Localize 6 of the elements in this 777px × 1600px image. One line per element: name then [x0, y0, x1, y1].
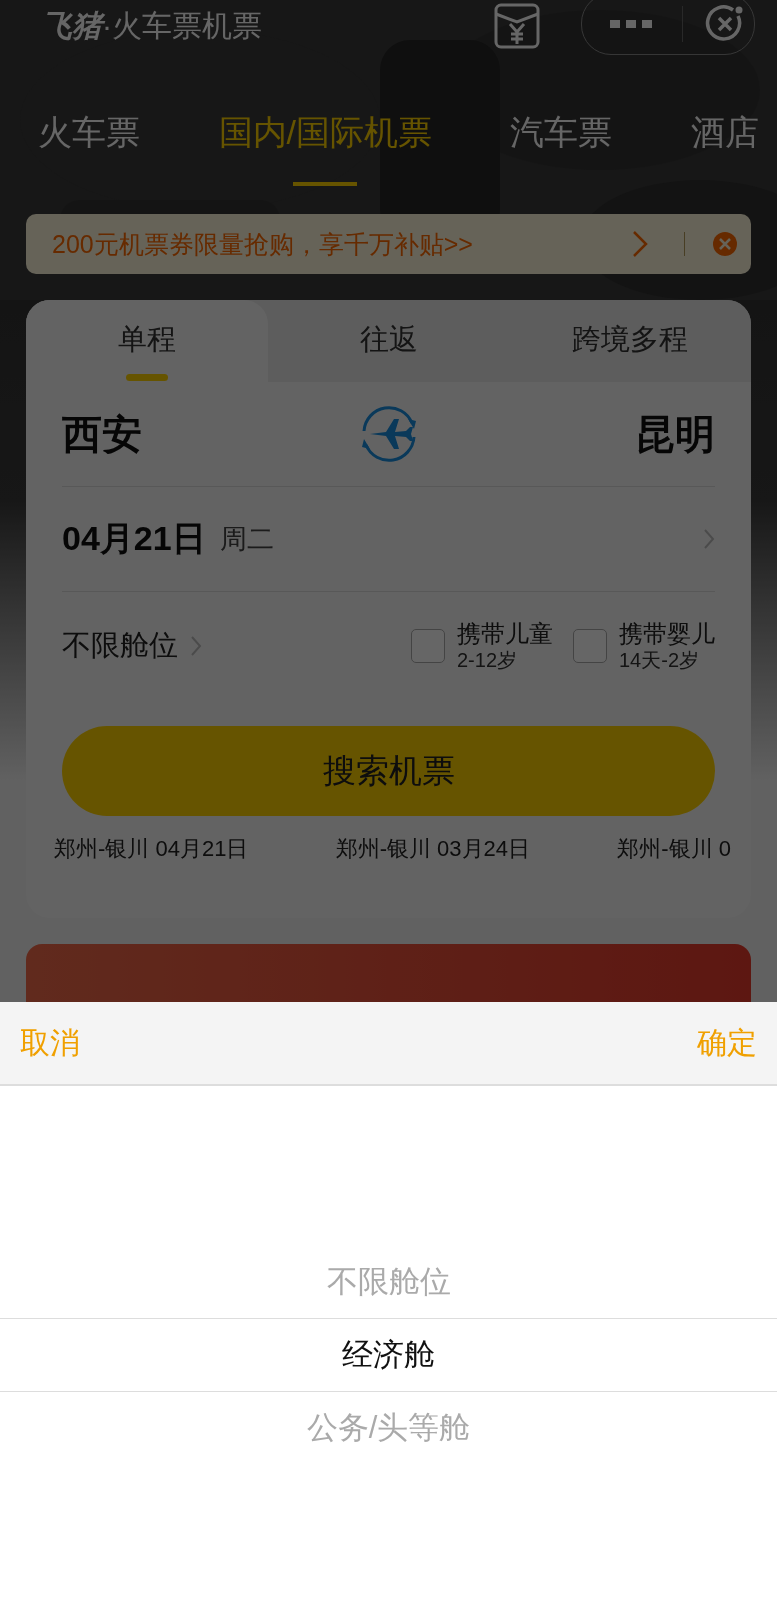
option-note: 2-12岁 [457, 648, 519, 672]
option-label: 携带儿童 [457, 620, 553, 648]
option-note: 14天-2岁 [619, 648, 701, 672]
promo-text: 200元机票券限量抢购，享千万补贴>> [52, 228, 474, 260]
weekday: 周二 [219, 523, 275, 556]
option-label: 携带婴儿 [619, 620, 715, 648]
